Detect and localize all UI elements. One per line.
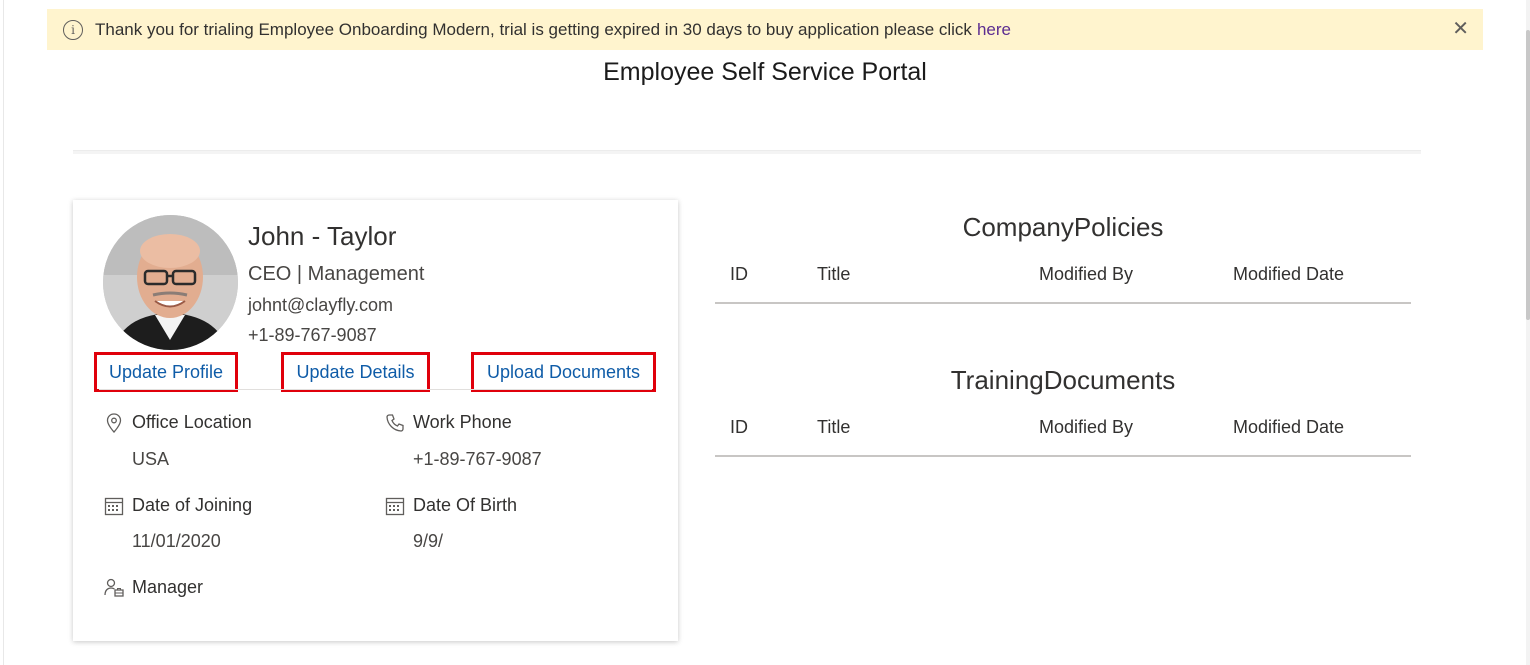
date-of-joining-label: Date of Joining [103,495,252,516]
column-modified-by[interactable]: Modified By [1039,417,1133,438]
phone-icon [384,413,406,433]
close-icon[interactable]: ✕ [1452,17,1469,41]
location-pin-icon [103,412,125,433]
office-location-value: USA [132,449,170,469]
office-location-label-text: Office Location [132,412,252,432]
date-of-joining-value: 11/01/2020 [132,531,221,551]
manager-label: Manager [103,577,203,598]
employee-role: CEO | Management [248,263,425,285]
date-of-birth-label: Date Of Birth [384,495,517,516]
column-title[interactable]: Title [817,264,850,285]
work-phone-value: +1-89-767-9087 [413,449,542,469]
training-documents-table-header: ID Title Modified By Modified Date [715,417,1411,457]
calendar-icon [103,496,125,516]
column-id[interactable]: ID [730,417,748,438]
upload-documents-button[interactable]: Upload Documents [471,352,656,392]
avatar [103,215,238,350]
column-title[interactable]: Title [817,417,850,438]
employee-email: johnt@clayfly.com [248,295,393,315]
page-title: Employee Self Service Portal [603,58,927,86]
update-details-button[interactable]: Update Details [281,352,430,392]
company-policies-title: CompanyPolicies [962,212,1164,242]
card-divider [99,389,652,390]
profile-card: John - Taylor CEO | Management johnt@cla… [73,200,678,641]
trial-banner: i Thank you for trialing Employee Onboar… [47,9,1483,50]
banner-message: Thank you for trialing Employee Onboardi… [95,19,972,39]
avatar-portrait-icon [103,215,238,350]
work-phone-label: Work Phone [384,412,512,433]
manager-icon [103,578,125,598]
column-id[interactable]: ID [730,264,748,285]
manager-label-text: Manager [132,577,204,597]
vertical-scrollbar[interactable] [1526,0,1530,665]
calendar-icon [384,496,406,516]
update-profile-button[interactable]: Update Profile [94,352,238,392]
training-documents-title: TrainingDocuments [950,365,1176,395]
employee-phone: +1-89-767-9087 [248,325,377,345]
date-of-birth-value: 9/9/ [413,531,444,551]
column-modified-date[interactable]: Modified Date [1233,417,1344,438]
header-divider [73,150,1421,154]
date-of-birth-label-text: Date Of Birth [413,495,518,515]
info-icon: i [63,19,83,40]
column-modified-by[interactable]: Modified By [1039,264,1133,285]
office-location-label: Office Location [103,412,252,433]
date-of-joining-label-text: Date of Joining [132,495,253,515]
buy-link[interactable]: here [977,20,1011,40]
company-policies-table-header: ID Title Modified By Modified Date [715,264,1411,304]
column-modified-date[interactable]: Modified Date [1233,264,1344,285]
employee-name: John - Taylor [248,221,397,251]
work-phone-label-text: Work Phone [413,412,512,432]
